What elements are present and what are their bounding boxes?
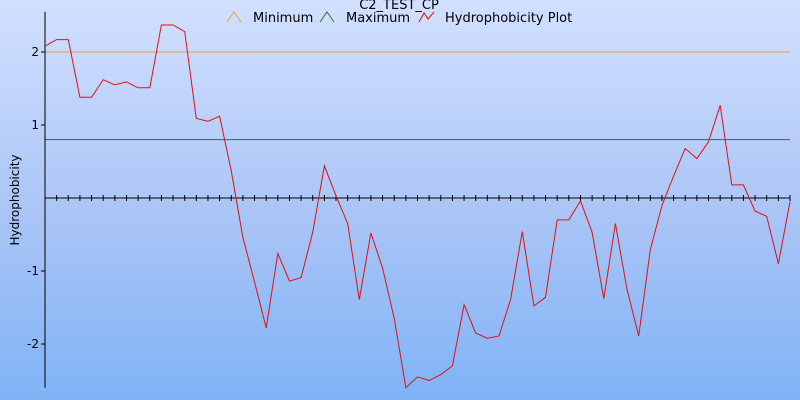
legend-item: Minimum [226, 11, 313, 26]
hydrophobicity-chart: C2_TEST_CP Minimum Maximum Hydrophobicity … [0, 0, 800, 400]
legend-label: Maximum [346, 11, 410, 26]
y-tick-label: -1 [27, 264, 39, 278]
hydrophobicity-line [44, 24, 791, 389]
legend-label: Hydrophobicity Plot [445, 11, 572, 26]
data-series [44, 24, 791, 389]
chart-canvas: C2_TEST_CP Minimum Maximum Hydrophobicity … [8, 0, 791, 389]
y-axis-label: Hydrophobicity [8, 154, 22, 245]
y-tick-label: 1 [31, 118, 39, 132]
legend-marker [418, 11, 435, 23]
y-tick-label: 2 [31, 45, 39, 59]
legend-marker [226, 11, 242, 23]
legend-label: Minimum [253, 11, 313, 26]
legend-item: Maximum [319, 11, 410, 26]
legend: Minimum Maximum Hydrophobicity Plot [226, 11, 572, 26]
y-tick-label: -2 [27, 337, 39, 351]
legend-item: Hydrophobicity Plot [418, 11, 572, 26]
reference-lines [45, 51, 790, 141]
axes: 2 1 -1 -2 [27, 11, 791, 388]
legend-marker [319, 11, 335, 23]
